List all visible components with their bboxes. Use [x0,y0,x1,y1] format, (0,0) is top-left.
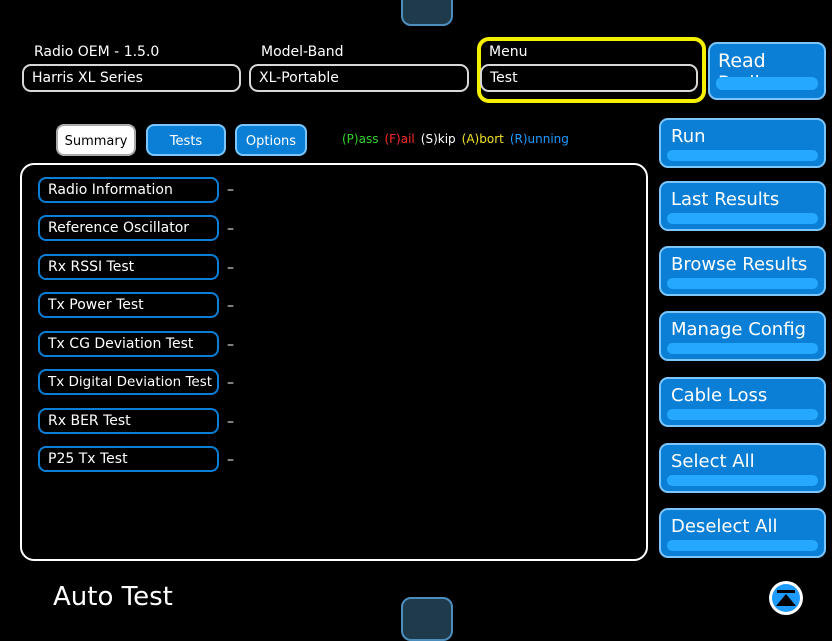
select-all-label: Select All [671,451,755,472]
test-status: – [227,260,234,276]
button-glow [667,409,818,420]
test-status: – [227,298,234,314]
test-item-tx-digital-deviation[interactable]: Tx Digital Deviation Test [38,369,219,395]
test-item-radio-information[interactable]: Radio Information [38,177,219,203]
test-status: – [227,414,234,430]
deselect-all-button[interactable]: Deselect All [659,508,826,558]
legend-pass: (P)ass [342,132,379,146]
test-status: – [227,337,234,353]
button-glow [667,213,818,224]
manage-config-button[interactable]: Manage Config [659,311,826,361]
legend-running: (R)unning [509,132,569,146]
cable-loss-label: Cable Loss [671,385,768,406]
scroll-top-icon-graphic [769,581,803,615]
test-status: – [227,182,234,198]
tab-tests[interactable]: Tests [146,124,226,156]
test-status: – [227,452,234,468]
button-glow [667,475,818,486]
last-results-label: Last Results [671,189,780,210]
model-band-field[interactable]: XL-Portable [249,64,469,92]
manage-config-label: Manage Config [671,319,806,340]
button-glow [667,278,818,289]
last-results-button[interactable]: Last Results [659,181,826,231]
legend-fail: (F)ail [384,132,415,146]
test-status: – [227,375,234,391]
tab-summary[interactable]: Summary [56,124,136,156]
test-item-rx-ber[interactable]: Rx BER Test [38,408,219,434]
run-label: Run [671,126,706,147]
radio-oem-label: Radio OEM - 1.5.0 [34,44,160,60]
browse-results-label: Browse Results [671,254,808,275]
run-button[interactable]: Run [659,118,826,168]
legend-abort: (A)bort [461,132,504,146]
status-legend: (P)ass (F)ail (S)kip (A)bort (R)unning [342,128,575,147]
radio-oem-field[interactable]: Harris XL Series [22,64,241,92]
test-item-tx-power[interactable]: Tx Power Test [38,292,219,318]
scroll-top-icon[interactable] [768,580,804,616]
button-glow [667,150,818,161]
deselect-all-label: Deselect All [671,516,778,537]
tab-options[interactable]: Options [235,124,307,156]
test-item-p25-tx[interactable]: P25 Tx Test [38,446,219,472]
button-glow [667,343,818,354]
legend-skip: (S)kip [420,132,456,146]
top-tab-handle[interactable] [401,0,453,26]
bottom-tab-handle[interactable] [401,597,453,641]
button-glow [667,540,818,551]
browse-results-button[interactable]: Browse Results [659,246,826,296]
test-item-reference-oscillator[interactable]: Reference Oscillator [38,215,219,241]
cable-loss-button[interactable]: Cable Loss [659,377,826,427]
page-title: Auto Test [53,582,173,612]
model-band-label: Model-Band [261,44,344,60]
test-item-tx-cg-deviation[interactable]: Tx CG Deviation Test [38,331,219,357]
read-radio-glow [716,77,818,90]
menu-label: Menu [489,44,528,60]
read-radio-button[interactable]: Read Radio [708,42,826,100]
test-item-rx-rssi[interactable]: Rx RSSI Test [38,254,219,280]
select-all-button[interactable]: Select All [659,443,826,493]
menu-field[interactable]: Test [480,64,698,92]
test-status: – [227,221,234,237]
